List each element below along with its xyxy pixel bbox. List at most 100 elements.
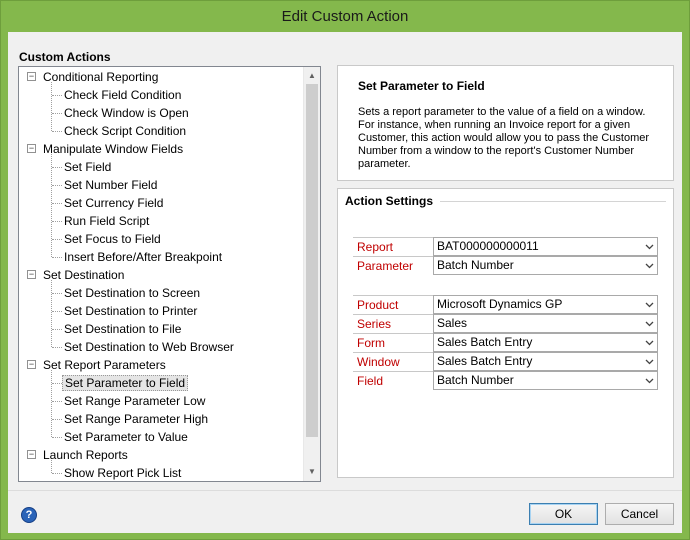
tree-connector xyxy=(52,473,62,474)
tree-connector xyxy=(52,437,62,438)
tree-connector xyxy=(51,280,52,347)
tree-item-label: Run Field Script xyxy=(64,214,150,228)
tree-connector xyxy=(51,82,52,131)
tree-group[interactable]: Manipulate Window Fields xyxy=(41,140,185,158)
chevron-down-icon[interactable] xyxy=(645,300,654,309)
tree-item-label: Show Report Pick List xyxy=(64,466,182,480)
tree-item[interactable]: Set Parameter to Value xyxy=(62,428,190,446)
tree-group-label: Manipulate Window Fields xyxy=(43,142,184,156)
tree-item-label: Set Currency Field xyxy=(64,196,164,210)
tree-connector xyxy=(52,221,62,222)
tree-item[interactable]: Set Destination to Screen xyxy=(62,284,202,302)
tree-connector xyxy=(52,329,62,330)
tree-item-label: Check Field Condition xyxy=(64,88,182,102)
field-label: Form xyxy=(353,333,433,352)
tree-item[interactable]: Set Destination to File xyxy=(62,320,183,338)
tree-item[interactable]: Check Script Condition xyxy=(62,122,188,140)
tree-item[interactable]: Set Destination to Printer xyxy=(62,302,199,320)
field-row-product: Product Microsoft Dynamics GP xyxy=(353,295,658,314)
description-title: Set Parameter to Field xyxy=(358,79,485,93)
form-dropdown[interactable]: Sales Batch Entry xyxy=(433,333,658,352)
tree-item[interactable]: Set Number Field xyxy=(62,176,159,194)
parameter-dropdown[interactable]: Batch Number xyxy=(433,256,658,275)
tree-connector xyxy=(52,239,62,240)
tree-item[interactable]: Set Range Parameter Low xyxy=(62,392,207,410)
chevron-down-icon[interactable] xyxy=(645,261,654,270)
field-label: Parameter xyxy=(353,256,433,275)
edit-custom-action-window: Edit Custom Action Custom Actions − Condi… xyxy=(0,0,690,540)
tree-item-label: Check Script Condition xyxy=(64,124,187,138)
tree-group-label: Set Destination xyxy=(43,268,125,282)
tree-connector xyxy=(52,257,62,258)
tree-item[interactable]: Insert Before/After Breakpoint xyxy=(62,248,224,266)
tree-connector xyxy=(51,460,52,473)
window-dropdown[interactable]: Sales Batch Entry xyxy=(433,352,658,371)
tree-connector xyxy=(52,167,62,168)
tree-item-label: Set Number Field xyxy=(64,178,158,192)
description-panel: Set Parameter to Field Sets a report par… xyxy=(337,65,674,181)
tree-item[interactable]: Set Parameter to Field xyxy=(62,374,189,392)
custom-actions-tree[interactable]: − Conditional Reporting Check Field Condit… xyxy=(18,66,321,482)
tree-item[interactable]: Set Destination to Web Browser xyxy=(62,338,236,356)
tree-connector xyxy=(52,113,62,114)
tree-group[interactable]: Launch Reports xyxy=(41,446,130,464)
tree-item[interactable]: Check Field Condition xyxy=(62,86,183,104)
tree-item-label: Set Range Parameter High xyxy=(64,412,209,426)
field-label: Report xyxy=(353,237,433,256)
window-title: Edit Custom Action xyxy=(281,8,409,25)
cancel-button[interactable]: Cancel xyxy=(605,503,674,525)
tree-item[interactable]: Set Field xyxy=(62,158,113,176)
chevron-down-icon[interactable] xyxy=(645,319,654,328)
field-row-field: Field Batch Number xyxy=(353,371,658,390)
tree-item-label: Set Focus to Field xyxy=(64,232,161,246)
tree-connector xyxy=(52,419,62,420)
collapse-icon[interactable]: − xyxy=(27,360,36,369)
collapse-icon[interactable]: − xyxy=(27,72,36,81)
field-row-series: Series Sales xyxy=(353,314,658,333)
tree-group-label: Conditional Reporting xyxy=(43,70,159,84)
tree-item-label: Set Destination to Printer xyxy=(64,304,198,318)
field-row-window: Window Sales Batch Entry xyxy=(353,352,658,371)
scroll-thumb[interactable] xyxy=(306,84,318,437)
tree-group-label: Set Report Parameters xyxy=(43,358,166,372)
dropdown-value: Batch Number xyxy=(437,373,514,387)
dropdown-value: Sales Batch Entry xyxy=(437,354,533,368)
action-settings-divider xyxy=(440,201,666,202)
tree-scrollbar[interactable]: ▲ ▼ xyxy=(303,67,320,481)
chevron-down-icon[interactable] xyxy=(645,376,654,385)
tree-item[interactable]: Set Range Parameter High xyxy=(62,410,210,428)
tree-item[interactable]: Check Window is Open xyxy=(62,104,191,122)
tree-group[interactable]: Set Report Parameters xyxy=(41,356,168,374)
help-icon[interactable]: ? xyxy=(21,507,37,523)
chevron-down-icon[interactable] xyxy=(645,357,654,366)
tree-connector xyxy=(52,131,62,132)
tree-item-label: Set Destination to Screen xyxy=(64,286,201,300)
chevron-down-icon[interactable] xyxy=(645,242,654,251)
collapse-icon[interactable]: − xyxy=(27,270,36,279)
ok-button[interactable]: OK xyxy=(529,503,598,525)
description-body: Sets a report parameter to the value of … xyxy=(358,106,650,170)
field-label: Series xyxy=(353,314,433,333)
tree-item-label: Insert Before/After Breakpoint xyxy=(64,250,223,264)
tree-group[interactable]: Conditional Reporting xyxy=(41,68,160,86)
field-dropdown[interactable]: Batch Number xyxy=(433,371,658,390)
tree-item[interactable]: Set Focus to Field xyxy=(62,230,163,248)
tree-connector xyxy=(52,383,62,384)
tree-item[interactable]: Set Currency Field xyxy=(62,194,165,212)
report-dropdown[interactable]: BAT000000000011 xyxy=(433,237,658,256)
tree-item[interactable]: Run Field Script xyxy=(62,212,151,230)
scroll-down-icon[interactable]: ▼ xyxy=(304,463,320,480)
tree-content: − Conditional Reporting Check Field Condit… xyxy=(19,67,305,481)
collapse-icon[interactable]: − xyxy=(27,144,36,153)
chevron-down-icon[interactable] xyxy=(645,338,654,347)
scroll-up-icon[interactable]: ▲ xyxy=(304,67,320,84)
tree-item[interactable]: Show Report Pick List xyxy=(62,464,183,481)
tree-item-label: Set Range Parameter Low xyxy=(64,394,206,408)
product-dropdown[interactable]: Microsoft Dynamics GP xyxy=(433,295,658,314)
collapse-icon[interactable]: − xyxy=(27,450,36,459)
dropdown-value: Microsoft Dynamics GP xyxy=(437,297,563,311)
tree-group[interactable]: Set Destination xyxy=(41,266,126,284)
series-dropdown[interactable]: Sales xyxy=(433,314,658,333)
field-row-parameter: Parameter Batch Number xyxy=(353,256,658,275)
dialog-client: Custom Actions − Conditional Reporting Che… xyxy=(8,32,682,533)
